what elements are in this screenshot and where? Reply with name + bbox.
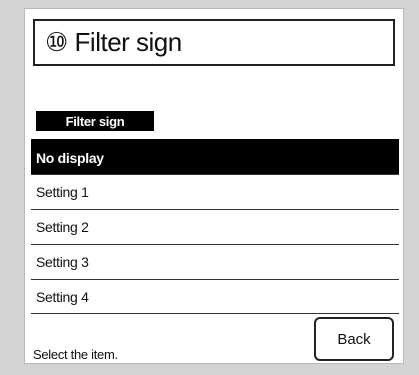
section-label: Filter sign (36, 111, 154, 131)
option-setting-3[interactable]: Setting 3 (31, 244, 399, 279)
option-setting-4[interactable]: Setting 4 (31, 279, 399, 314)
status-message: Select the item. (33, 347, 118, 362)
back-button[interactable]: Back (314, 317, 394, 361)
filter-sign-screen: ⑩ Filter sign Filter sign No display Set… (24, 8, 404, 364)
option-setting-1[interactable]: Setting 1 (31, 174, 399, 209)
option-no-display[interactable]: No display (31, 139, 399, 174)
page-title: ⑩ Filter sign (33, 19, 395, 66)
option-list: No display Setting 1 Setting 2 Setting 3… (31, 139, 399, 314)
option-setting-2[interactable]: Setting 2 (31, 209, 399, 244)
